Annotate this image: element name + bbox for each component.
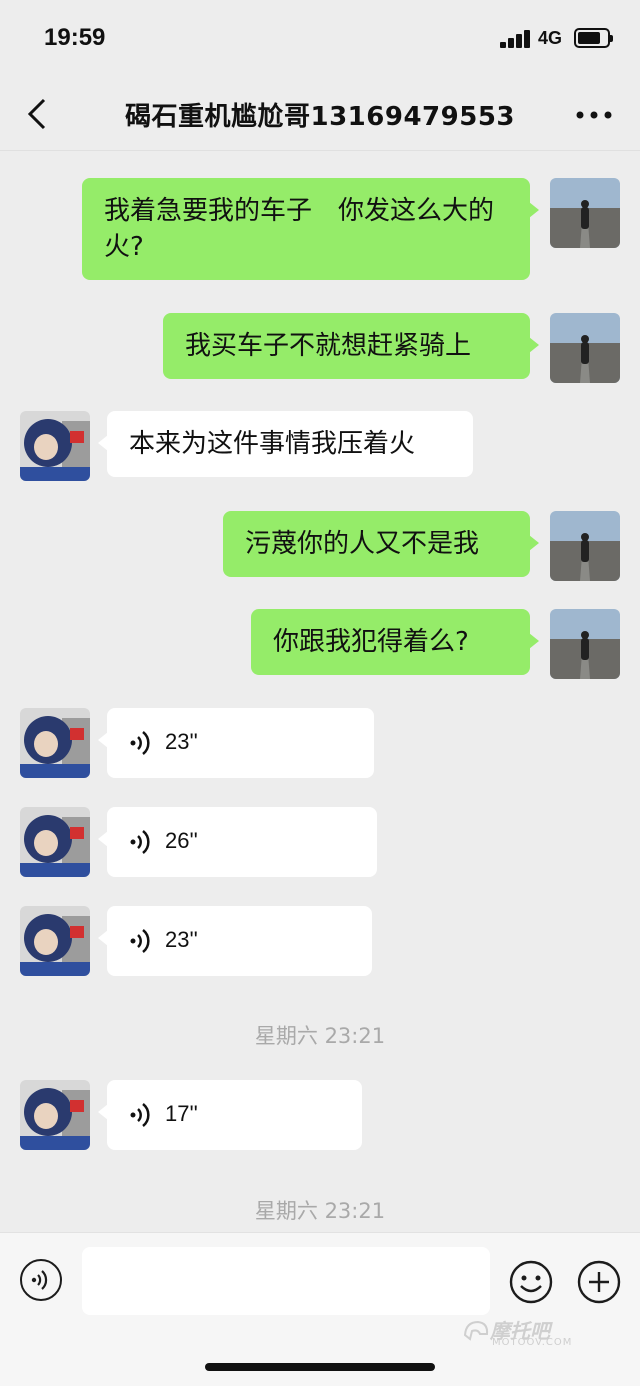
voice-wave-icon <box>130 731 150 755</box>
voice-wave-icon <box>130 929 150 953</box>
voice-message-bubble[interactable]: 23'' <box>98 708 374 778</box>
status-bar: 19:59 4G <box>0 0 640 80</box>
avatar[interactable] <box>550 313 620 383</box>
voice-duration: 23'' <box>165 729 198 754</box>
battery-icon <box>574 28 613 48</box>
voice-toggle-button[interactable] <box>20 1259 62 1301</box>
message-bubble[interactable]: 污蔑你的人又不是我 <box>223 511 539 577</box>
avatar[interactable] <box>550 609 620 679</box>
plus-icon <box>577 1260 621 1304</box>
timestamp: 星期六 23:21 <box>254 1024 386 1048</box>
chat-header: 碣石重机尴尬哥13169479553 <box>0 80 640 151</box>
emoji-icon <box>509 1260 553 1304</box>
message-bubble[interactable]: 本来为这件事情我压着火 <box>98 411 473 477</box>
plus-button[interactable] <box>576 1259 622 1305</box>
voice-message-bubble[interactable]: 17'' <box>98 1080 362 1150</box>
avatar[interactable] <box>20 906 90 976</box>
more-button[interactable] <box>574 100 614 130</box>
avatar[interactable] <box>20 807 90 877</box>
message-input[interactable] <box>82 1247 490 1315</box>
helmet-logo-icon <box>463 1320 489 1341</box>
voice-message-bubble[interactable]: 23'' <box>98 906 372 976</box>
watermark-sub: MOTOOV.COM <box>492 1337 573 1348</box>
voice-toggle-icon <box>31 1270 48 1290</box>
voice-duration: 23'' <box>165 927 198 952</box>
voice-wave-icon <box>130 1103 150 1127</box>
avatar[interactable] <box>20 411 90 481</box>
chat-area[interactable]: 我着急要我的车子 你发这么大的火? 我买车子不就想赶紧骑上 本来为这件事情我压着… <box>0 150 640 1232</box>
emoji-button[interactable] <box>508 1259 554 1305</box>
message-bubble[interactable]: 你跟我犯得着么? <box>251 609 539 675</box>
signal-icon <box>500 30 532 48</box>
voice-duration: 17'' <box>165 1101 198 1126</box>
avatar[interactable] <box>550 178 620 248</box>
avatar[interactable] <box>550 511 620 581</box>
input-bar: 摩托吧 MOTOOV.COM <box>0 1232 640 1386</box>
timestamp: 星期六 23:21 <box>254 1199 386 1223</box>
message-bubble[interactable]: 我着急要我的车子 你发这么大的火? <box>82 178 539 280</box>
voice-wave-icon <box>130 830 150 854</box>
voice-duration: 26'' <box>165 828 198 853</box>
watermark: 摩托吧 MOTOOV.COM <box>462 1315 592 1353</box>
more-dots-icon <box>576 111 612 119</box>
avatar[interactable] <box>20 1080 90 1150</box>
chat-title: 碣石重机尴尬哥13169479553 <box>125 102 515 132</box>
message-bubble[interactable]: 我买车子不就想赶紧骑上 <box>163 313 539 379</box>
network-label: 4G <box>538 28 563 48</box>
voice-message-bubble[interactable]: 26'' <box>98 807 377 877</box>
home-indicator[interactable] <box>205 1363 435 1371</box>
avatar[interactable] <box>20 708 90 778</box>
status-time: 19:59 <box>44 24 106 51</box>
